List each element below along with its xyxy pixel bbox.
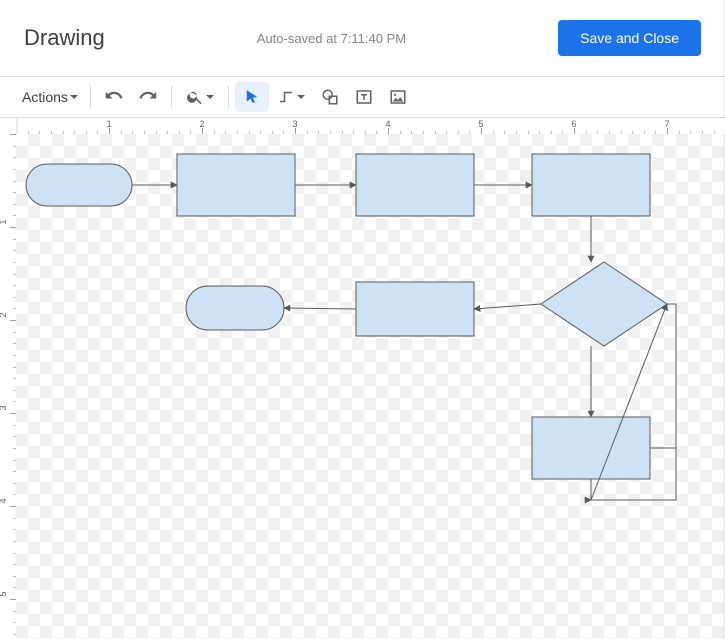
ruler-number: 4	[385, 119, 390, 129]
flowchart-rect[interactable]	[177, 154, 295, 216]
toolbar: Actions	[0, 77, 725, 117]
undo-icon	[105, 88, 123, 106]
ruler-number: 6	[571, 119, 576, 129]
ruler-number: 3	[292, 119, 297, 129]
horizontal-ruler[interactable]: 12345678	[16, 118, 725, 134]
canvas[interactable]	[16, 134, 725, 639]
ruler-number: 1	[0, 217, 8, 227]
ruler-number: 5	[0, 589, 8, 599]
flowchart-rect[interactable]	[532, 154, 650, 216]
flowchart-diamond[interactable]	[541, 262, 667, 346]
shape-tool[interactable]	[313, 82, 347, 112]
flowchart-rect[interactable]	[356, 282, 474, 336]
flowchart-terminator[interactable]	[186, 286, 284, 330]
textbox-icon	[355, 88, 373, 106]
chevron-down-icon	[297, 95, 305, 100]
textbox-tool[interactable]	[347, 82, 381, 112]
separator	[228, 86, 229, 108]
workspace: 12345678 12345	[0, 117, 725, 639]
undo-button[interactable]	[97, 82, 131, 112]
flowchart-rect[interactable]	[532, 417, 650, 479]
flowchart-rect[interactable]	[356, 154, 474, 216]
redo-icon	[139, 88, 157, 106]
vertical-ruler[interactable]: 1 2 3 4 5	[0, 134, 16, 639]
cursor-icon	[243, 88, 261, 106]
page-title: Drawing	[24, 25, 105, 51]
select-tool[interactable]	[235, 82, 269, 112]
flowchart-connector[interactable]	[284, 308, 356, 309]
line-tool-menu[interactable]	[269, 82, 313, 112]
autosave-status: Auto-saved at 7:11:40 PM	[105, 31, 558, 46]
ruler-number: 2	[0, 310, 8, 320]
ruler-corner	[0, 118, 16, 134]
shape-icon	[321, 88, 339, 106]
header: Drawing Auto-saved at 7:11:40 PM Save an…	[0, 0, 725, 77]
redo-button[interactable]	[131, 82, 165, 112]
separator	[171, 86, 172, 108]
ruler-number: 5	[478, 119, 483, 129]
flowchart-connector[interactable]	[474, 304, 541, 309]
image-icon	[389, 88, 407, 106]
ruler-number: 7	[664, 119, 669, 129]
chevron-down-icon	[70, 95, 78, 100]
actions-menu[interactable]: Actions	[16, 83, 84, 111]
image-tool[interactable]	[381, 82, 415, 112]
save-and-close-button[interactable]: Save and Close	[558, 20, 701, 56]
zoom-icon	[186, 88, 204, 106]
chevron-down-icon	[206, 95, 214, 100]
actions-label: Actions	[22, 89, 68, 105]
line-icon	[277, 88, 295, 106]
flowchart-terminator[interactable]	[26, 164, 132, 206]
drawing-layer[interactable]	[16, 134, 725, 639]
ruler-number: 4	[0, 496, 8, 506]
ruler-number: 1	[106, 119, 111, 129]
zoom-menu[interactable]	[178, 82, 222, 112]
separator	[90, 86, 91, 108]
ruler-number: 2	[199, 119, 204, 129]
ruler-number: 3	[0, 403, 8, 413]
